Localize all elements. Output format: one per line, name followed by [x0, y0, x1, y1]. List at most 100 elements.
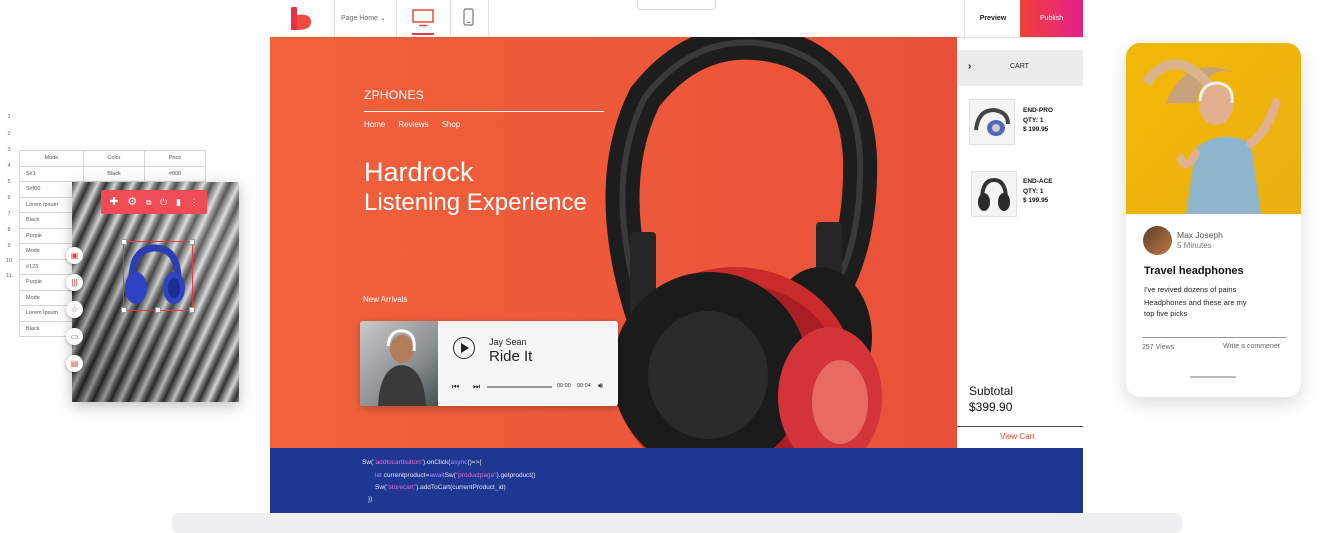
row-number: 6	[7, 195, 11, 201]
play-button[interactable]	[453, 337, 475, 359]
read-time: 5 Minutes	[1177, 241, 1212, 250]
table-cell[interactable]: #000	[144, 165, 206, 182]
power-icon[interactable]: ⏻	[160, 197, 167, 208]
resize-handle[interactable]	[189, 239, 195, 245]
active-view-indicator	[412, 33, 434, 35]
top-center-tab[interactable]	[637, 0, 716, 10]
chevron-down-icon: ⌄	[379, 15, 386, 22]
header-cell[interactable]: Color	[83, 150, 145, 167]
cart-item-name: END-PRO	[1023, 107, 1053, 114]
subtotal-label: Subtotal	[969, 384, 1014, 398]
hero-headline-line2: Listening Experience	[364, 189, 587, 216]
cart-item-price: $ 199.95	[1023, 197, 1049, 204]
home-indicator	[1190, 376, 1236, 378]
cart-divider	[957, 426, 1083, 427]
author-name: Max Joseph	[1177, 230, 1223, 240]
artist-name: Jay Sean	[489, 337, 527, 347]
cart-item-qty: QTY: 1	[1023, 187, 1044, 195]
publish-button[interactable]: Publish	[1020, 0, 1083, 37]
comment-icon[interactable]: ▭	[66, 328, 83, 345]
desktop-view-icon[interactable]	[412, 9, 434, 27]
row-number: 5	[7, 179, 11, 185]
more-icon[interactable]: ⋮	[190, 197, 199, 208]
page-select-dropdown[interactable]: Page Home ⌄	[341, 14, 386, 22]
player-thumbnail	[360, 321, 438, 406]
code-line: })	[368, 496, 373, 503]
cart-title: CART	[1010, 63, 1029, 70]
resize-handle[interactable]	[189, 307, 195, 313]
image-icon[interactable]: ▣	[66, 247, 83, 264]
red-headphones-image	[605, 37, 882, 448]
barcode-icon[interactable]: |||	[66, 274, 83, 291]
page-select-label: Page Home	[341, 15, 378, 22]
resize-handle[interactable]	[121, 239, 127, 245]
headphones-thumbnail	[978, 177, 1010, 211]
view-cart-link[interactable]: View Cart	[1000, 432, 1035, 441]
header-cell[interactable]: Price	[144, 150, 206, 167]
row-number: 7	[7, 211, 11, 217]
time-current: 00:00	[557, 383, 571, 389]
avatar[interactable]	[1143, 226, 1172, 255]
link-icon[interactable]: ⧉	[146, 197, 152, 208]
star-icon[interactable]: ☆	[66, 301, 83, 318]
save-icon[interactable]: ▤	[66, 355, 83, 372]
row-number: 3	[7, 147, 11, 153]
post-text-line: Headphones and these are my	[1144, 298, 1247, 307]
mobile-view-icon[interactable]	[463, 8, 474, 26]
cart-item-image[interactable]	[971, 171, 1017, 217]
resize-handle[interactable]	[121, 307, 127, 313]
cart-item-qty: QTY: 1	[1023, 116, 1044, 124]
code-line: Sw("addtocartbutton").onClick(async()=>{	[362, 459, 482, 466]
nav-link-shop[interactable]: Shop	[442, 120, 461, 129]
play-icon	[461, 343, 469, 353]
views-count: 257 Views	[1142, 344, 1175, 351]
gear-icon[interactable]: ⚙	[127, 196, 137, 208]
resize-handle[interactable]	[155, 307, 161, 313]
hero-nav: Home Reviews Shop	[364, 120, 460, 129]
volume-icon[interactable]: 🔊︎	[598, 381, 603, 391]
row-number: 4	[7, 163, 11, 169]
next-track-icon[interactable]: ⏭	[473, 382, 480, 392]
cart-item-price: $ 199.95	[1023, 126, 1049, 133]
new-arrivals-label: New Arrivals	[363, 295, 408, 304]
hero-headline-line1: Hardrock	[364, 157, 474, 187]
table-cell[interactable]: Black	[83, 165, 145, 182]
nav-link-home[interactable]: Home	[364, 120, 385, 129]
preview-button[interactable]: Preview	[964, 0, 1021, 37]
app-logo[interactable]	[289, 5, 315, 32]
brand-name[interactable]: ZPHONES	[364, 88, 424, 102]
row-number: 1	[7, 114, 11, 120]
header-cell[interactable]: Mode	[19, 150, 84, 167]
selection-box[interactable]	[121, 239, 195, 313]
write-comment-link[interactable]: Write a commenet	[1223, 343, 1280, 350]
track-title: Ride It	[489, 348, 533, 365]
progress-bar[interactable]	[487, 386, 552, 388]
cart-collapse-icon[interactable]: ›	[968, 61, 971, 72]
element-edit-toolbar: ✚ ⚙ ⧉ ⏻ ▮ ⋮	[101, 190, 207, 214]
post-title[interactable]: Travel headphones	[1144, 265, 1244, 277]
dancing-woman-photo	[1142, 59, 1281, 214]
plus-icon[interactable]: ✚	[109, 196, 118, 208]
previous-track-icon[interactable]: ⏮	[452, 382, 459, 392]
cart-item-image[interactable]	[969, 99, 1015, 145]
row-number: 2	[7, 131, 11, 137]
post-text-line: I've revived dozens of pains	[1144, 285, 1237, 294]
table-row: S#1 Black #000	[19, 165, 206, 182]
code-editor[interactable]	[270, 448, 1083, 513]
row-number: 9	[7, 243, 11, 249]
nav-link-reviews[interactable]: Reviews	[398, 120, 428, 129]
headphones-thumbnail	[974, 107, 1010, 136]
row-number: 11	[6, 273, 12, 279]
table-cell[interactable]: S#1	[19, 165, 84, 182]
bottom-shadow-bar	[172, 513, 1182, 533]
post-text-line: top five picks	[1144, 309, 1188, 318]
phone-hero-image	[1126, 43, 1301, 214]
row-number: 8	[7, 227, 11, 233]
subtotal-value: $399.90	[969, 400, 1013, 414]
trash-icon[interactable]: ▮	[176, 197, 181, 208]
cart-item-name: END-ACE	[1023, 178, 1053, 185]
code-line: let currentproduct=awaitSw("productpage"…	[375, 472, 536, 479]
side-tools: ▣ ||| ☆ ▭ ▤	[66, 247, 84, 382]
brand-divider	[364, 111, 604, 112]
row-number: 10	[5, 258, 13, 264]
